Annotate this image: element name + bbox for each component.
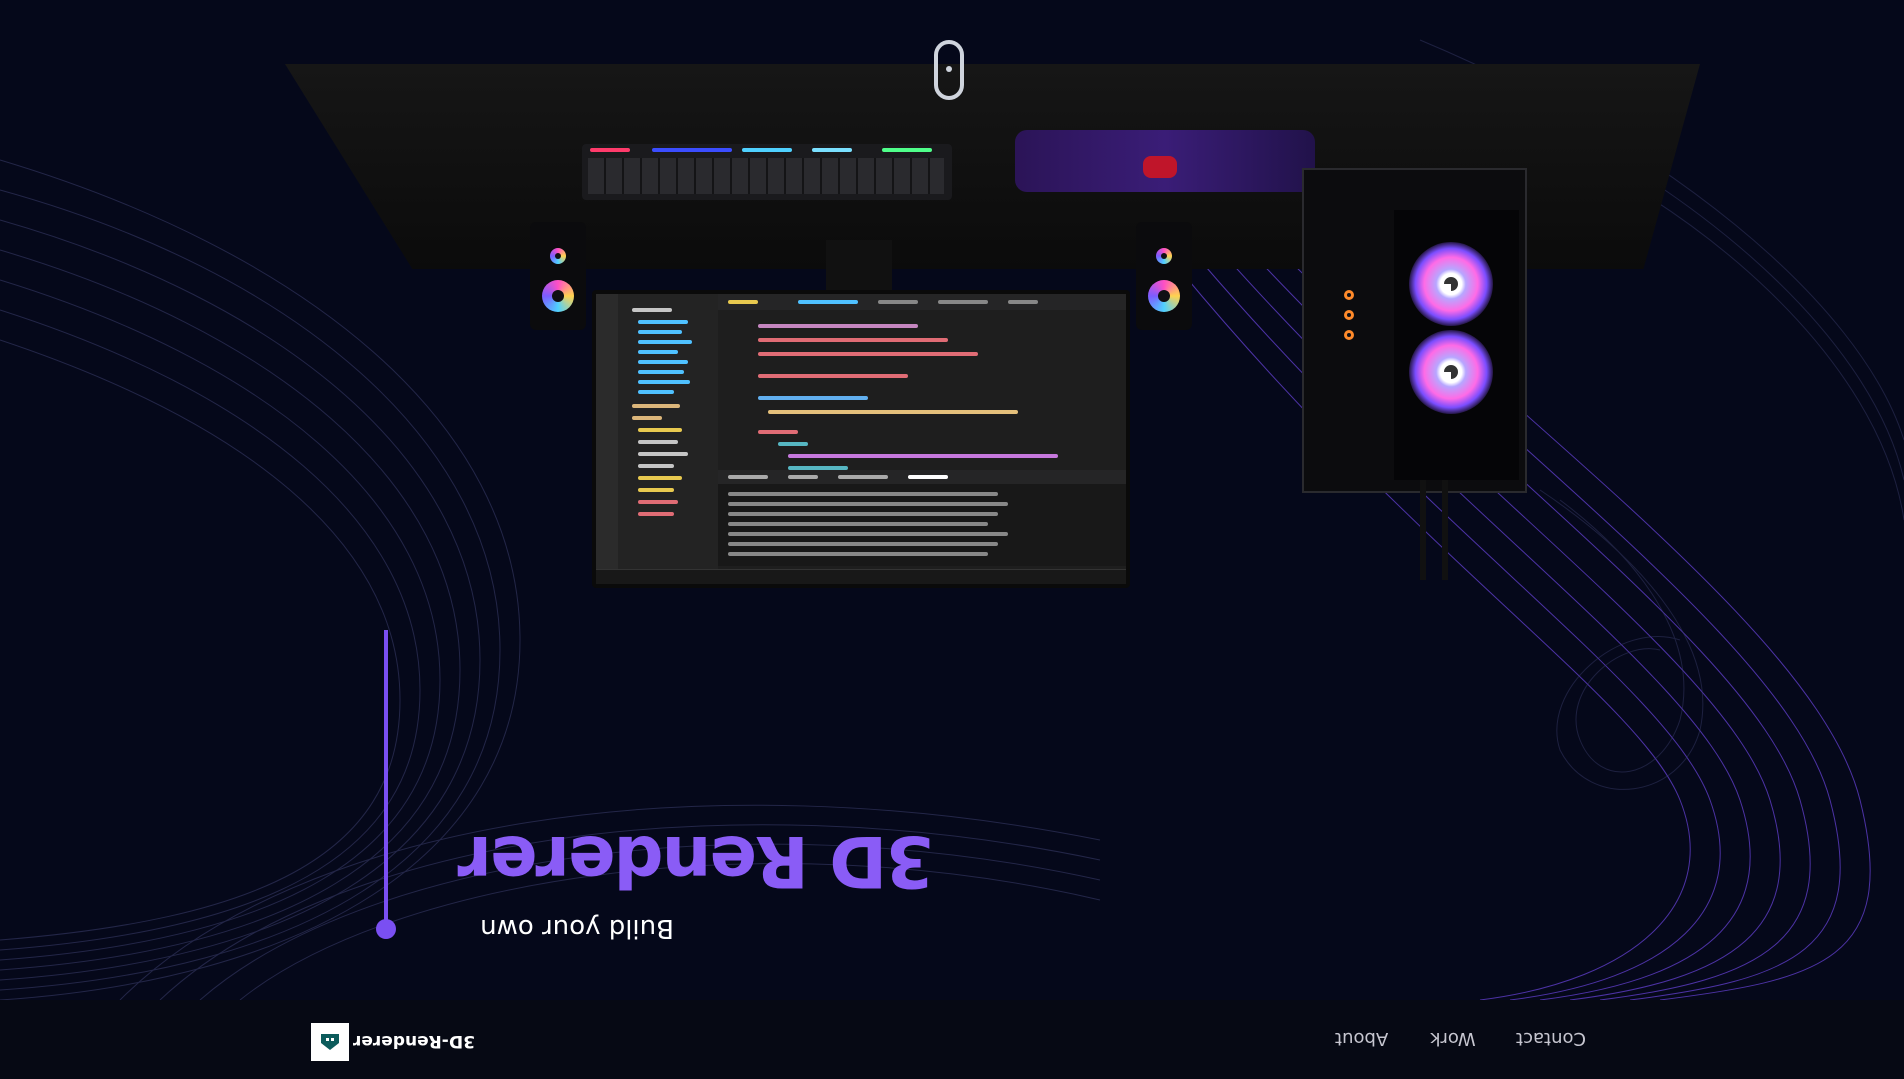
nav-work-label: Work: [1430, 1028, 1476, 1049]
house-logo-icon: [311, 1023, 349, 1061]
mousepad: [1015, 130, 1315, 192]
brand-name: 3D-Renderer: [352, 1031, 475, 1051]
speaker-left: [530, 222, 586, 330]
fan-logo-icon: [1444, 277, 1458, 291]
navbar: [0, 1000, 1904, 1079]
monitor-screen-code-editor: [596, 294, 1126, 584]
nav-work-link[interactable]: Work: [1430, 1028, 1476, 1054]
speaker-right: [1136, 222, 1192, 330]
nav-contact-label: Contact: [1516, 1028, 1587, 1049]
nav-about-label: About: [1335, 1028, 1389, 1049]
keyboard: [582, 144, 952, 200]
fan-top: [1409, 242, 1493, 326]
fan-logo-icon: [1444, 365, 1458, 379]
fan-bottom: [1409, 330, 1493, 414]
monitor: [592, 290, 1130, 588]
mouse-icon: [934, 40, 964, 100]
nav-contact-link[interactable]: Contact: [1516, 1028, 1586, 1054]
3d-desk-scene[interactable]: [0, 0, 1904, 1000]
monitor-stand: [826, 240, 892, 292]
nav-about-link[interactable]: About: [1335, 1028, 1388, 1054]
pc-case: [1302, 168, 1527, 493]
